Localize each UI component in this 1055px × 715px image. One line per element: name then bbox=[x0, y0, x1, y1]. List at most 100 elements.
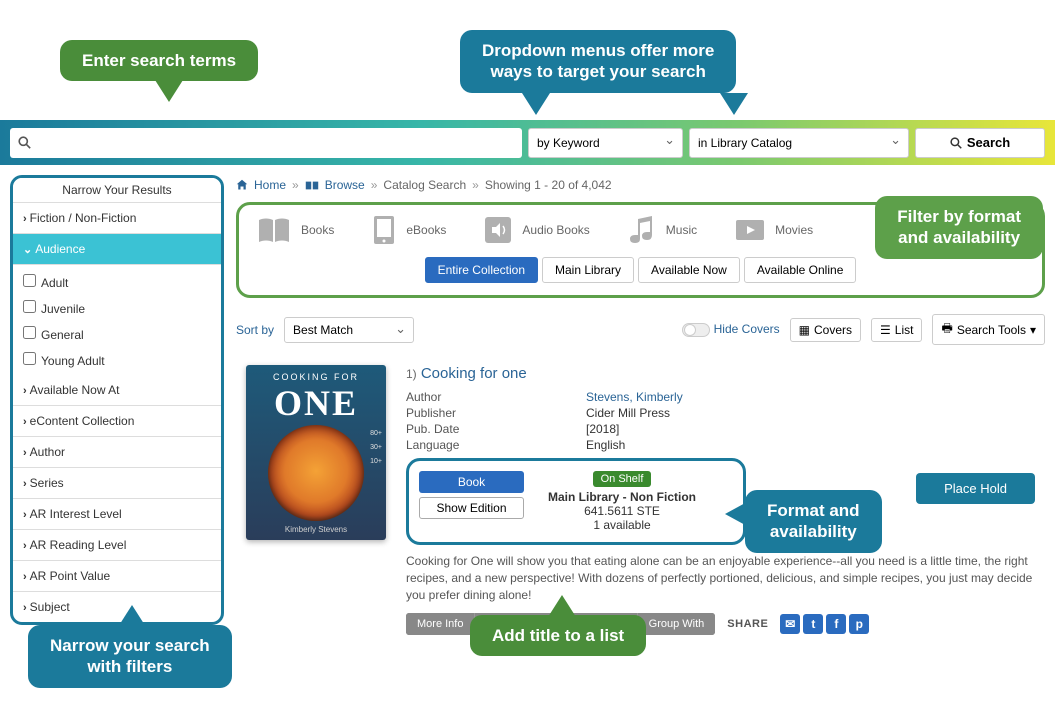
search-scope-select[interactable]: in Library Catalog bbox=[689, 128, 909, 158]
share-pinterest-icon[interactable]: p bbox=[849, 614, 869, 634]
meta-publisher: PublisherCider Mill Press bbox=[406, 406, 1045, 420]
facet-subject[interactable]: ›Subject bbox=[13, 592, 221, 622]
chevron-right-icon: › bbox=[23, 416, 27, 428]
music-icon bbox=[628, 215, 656, 245]
search-scope-wrap: in Library Catalog bbox=[689, 128, 909, 158]
breadcrumb-sep: » bbox=[292, 178, 299, 192]
breadcrumb-catalog: Catalog Search bbox=[383, 178, 466, 192]
cover-top-text: COOKING FOR bbox=[246, 365, 386, 382]
search-input[interactable] bbox=[31, 135, 514, 150]
search-bar: by Keyword in Library Catalog Search bbox=[0, 120, 1055, 165]
sidebar-filters: Narrow Your Results ›Fiction / Non-Ficti… bbox=[10, 175, 224, 625]
breadcrumb-showing: Showing 1 - 20 of 4,042 bbox=[485, 178, 612, 192]
results-toolbar: Sort by Best Match Hide Covers ▦Covers ☰… bbox=[236, 308, 1045, 351]
callout-tail bbox=[522, 93, 550, 115]
format-label: Music bbox=[666, 223, 697, 237]
book-cover[interactable]: COOKING FOR ONE 80+30+10+ Kimberly Steve… bbox=[246, 365, 386, 540]
search-type-select[interactable]: by Keyword bbox=[528, 128, 683, 158]
search-button[interactable]: Search bbox=[915, 128, 1045, 158]
facet-label: eContent Collection bbox=[30, 414, 135, 428]
breadcrumb-home[interactable]: Home bbox=[254, 178, 286, 192]
facet-option-juvenile[interactable]: Juvenile bbox=[23, 295, 221, 321]
movies-icon bbox=[735, 217, 765, 243]
availability-box: Book Show Edition On Shelf Main Library … bbox=[406, 458, 746, 545]
cover-title: ONE bbox=[246, 382, 386, 424]
search-input-wrapper bbox=[10, 128, 522, 158]
facet-audience-options: Adult Juvenile General Young Adult bbox=[13, 265, 221, 375]
print-icon: 🖶 bbox=[941, 319, 952, 340]
format-book-button[interactable]: Book bbox=[419, 471, 524, 493]
format-label: Audio Books bbox=[522, 223, 589, 237]
callout-tail bbox=[155, 80, 183, 102]
cover-wrap: COOKING FOR ONE 80+30+10+ Kimberly Steve… bbox=[236, 365, 386, 635]
facet-series[interactable]: ›Series bbox=[13, 468, 221, 499]
breadcrumb-sep: » bbox=[472, 178, 479, 192]
chevron-right-icon: › bbox=[23, 447, 27, 459]
caret-down-icon: ▾ bbox=[1030, 323, 1036, 337]
callout-add-list: Add title to a list bbox=[470, 615, 646, 656]
share-twitter-icon[interactable]: t bbox=[803, 614, 823, 634]
format-books[interactable]: Books bbox=[257, 216, 334, 244]
facet-label: Subject bbox=[30, 600, 70, 614]
facet-option-youngadult[interactable]: Young Adult bbox=[23, 347, 221, 373]
chevron-down-icon: ⌄ bbox=[23, 243, 32, 256]
facet-label: Fiction / Non-Fiction bbox=[30, 211, 137, 225]
more-info-button[interactable]: More Info bbox=[406, 613, 475, 635]
meta-author: AuthorStevens, Kimberly bbox=[406, 390, 1045, 404]
pill-available-now[interactable]: Available Now bbox=[638, 257, 740, 283]
breadcrumb-browse[interactable]: Browse bbox=[325, 178, 365, 192]
view-list-button[interactable]: ☰List bbox=[871, 318, 922, 342]
share-label: SHARE bbox=[727, 618, 768, 630]
view-covers-button[interactable]: ▦Covers bbox=[790, 318, 861, 342]
meta-language: LanguageEnglish bbox=[406, 438, 1045, 452]
chevron-right-icon: › bbox=[23, 385, 27, 397]
search-type-wrap: by Keyword bbox=[528, 128, 683, 158]
audiobooks-icon bbox=[484, 216, 512, 244]
facet-author[interactable]: ›Author bbox=[13, 437, 221, 468]
facet-econtent[interactable]: ›eContent Collection bbox=[13, 406, 221, 437]
place-hold-button[interactable]: Place Hold bbox=[916, 473, 1035, 504]
facet-ar-point[interactable]: ›AR Point Value bbox=[13, 561, 221, 592]
format-music[interactable]: Music bbox=[628, 215, 697, 245]
callout-tail bbox=[720, 93, 748, 115]
facet-ar-reading[interactable]: ›AR Reading Level bbox=[13, 530, 221, 561]
format-audiobooks[interactable]: Audio Books bbox=[484, 216, 589, 244]
format-movies[interactable]: Movies bbox=[735, 217, 813, 243]
share-email-icon[interactable]: ✉ bbox=[780, 614, 800, 634]
facet-audience[interactable]: ⌄Audience bbox=[13, 234, 221, 265]
author-link[interactable]: Stevens, Kimberly bbox=[586, 390, 683, 404]
facet-label: AR Interest Level bbox=[30, 507, 122, 521]
search-tools-button[interactable]: 🖶Search Tools▾ bbox=[932, 314, 1045, 345]
facet-fiction[interactable]: ›Fiction / Non-Fiction bbox=[13, 203, 221, 234]
ebooks-icon bbox=[372, 215, 396, 245]
facet-label: Author bbox=[30, 445, 65, 459]
chevron-right-icon: › bbox=[23, 478, 27, 490]
chevron-right-icon: › bbox=[23, 213, 27, 225]
share-facebook-icon[interactable]: f bbox=[826, 614, 846, 634]
format-label: Movies bbox=[775, 223, 813, 237]
show-edition-button[interactable]: Show Edition bbox=[419, 497, 524, 519]
result-title: 1) Cooking for one bbox=[406, 365, 1045, 382]
callout-tail bbox=[548, 595, 576, 617]
result-item: COOKING FOR ONE 80+30+10+ Kimberly Steve… bbox=[236, 351, 1045, 649]
hide-covers-toggle[interactable]: Hide Covers bbox=[682, 322, 780, 337]
format-label: Books bbox=[301, 223, 334, 237]
pill-available-online[interactable]: Available Online bbox=[744, 257, 857, 283]
cover-image: 80+30+10+ bbox=[246, 424, 386, 521]
result-title-link[interactable]: Cooking for one bbox=[421, 365, 527, 382]
facet-label: Available Now At bbox=[30, 383, 120, 397]
facet-option-general[interactable]: General bbox=[23, 321, 221, 347]
callout-search-terms: Enter search terms bbox=[60, 40, 258, 81]
facet-label: Series bbox=[30, 476, 64, 490]
group-with-button[interactable]: Group With bbox=[638, 613, 716, 635]
pill-entire-collection[interactable]: Entire Collection bbox=[425, 257, 538, 283]
sidebar-title: Narrow Your Results bbox=[13, 178, 221, 203]
facet-available-now[interactable]: ›Available Now At bbox=[13, 375, 221, 406]
search-icon bbox=[18, 136, 31, 149]
pill-main-library[interactable]: Main Library bbox=[542, 257, 634, 283]
sort-select[interactable]: Best Match bbox=[284, 317, 414, 343]
facet-option-adult[interactable]: Adult bbox=[23, 269, 221, 295]
toggle-icon bbox=[682, 323, 710, 337]
format-ebooks[interactable]: eBooks bbox=[372, 215, 446, 245]
facet-ar-interest[interactable]: ›AR Interest Level bbox=[13, 499, 221, 530]
